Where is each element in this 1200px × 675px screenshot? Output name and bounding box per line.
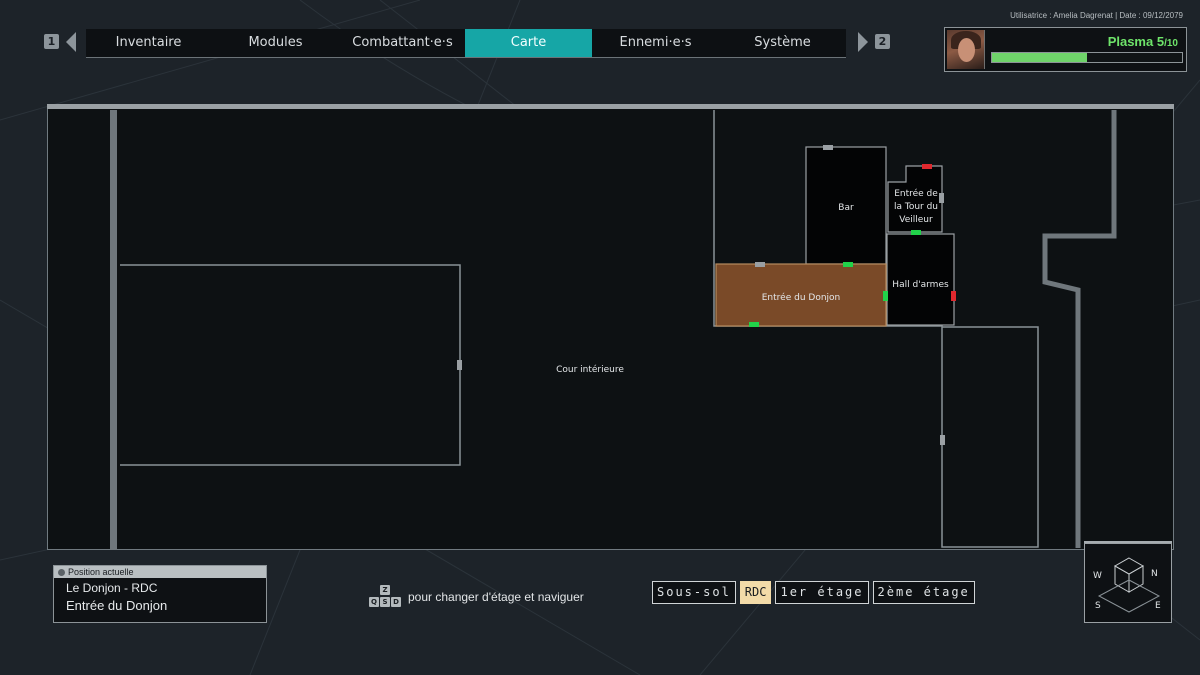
floor-button-first[interactable]: 1er étage: [775, 581, 869, 604]
door-open: [843, 262, 853, 267]
key-s: S: [380, 597, 390, 607]
outer-wall-left: [110, 110, 117, 550]
key-d: D: [391, 597, 401, 607]
courtyard-inner-wall: [120, 264, 461, 466]
position-panel-header: Position actuelle: [54, 566, 266, 578]
compass-cube-icon: N E S W: [1093, 557, 1161, 613]
position-header-label: Position actuelle: [68, 567, 134, 577]
room-label-watcher-tower: Entrée de la Tour du Veilleur: [893, 189, 939, 225]
info-icon: [58, 569, 65, 576]
door-closed: [755, 262, 765, 267]
door-closed: [940, 435, 945, 445]
room-label-dungeon-entrance: Entrée du Donjon: [761, 293, 841, 303]
current-position-panel: Position actuelle Le Donjon - RDC Entrée…: [53, 565, 267, 623]
outer-wall-right: [1042, 110, 1117, 548]
compass-w: W: [1093, 571, 1102, 581]
compass-n: N: [1151, 569, 1158, 579]
compass-e: E: [1155, 601, 1161, 611]
navigation-hint: pour changer d'étage et naviguer: [408, 590, 584, 604]
navigation-keys-icon: Z Q S D: [368, 585, 404, 607]
position-location: Le Donjon - RDC: [66, 581, 158, 595]
door-locked: [951, 291, 956, 301]
door-locked: [922, 164, 932, 169]
floor-button-ground[interactable]: RDC: [739, 581, 772, 604]
compass-s: S: [1095, 601, 1101, 611]
floor-button-second[interactable]: 2ème étage: [872, 581, 975, 604]
room-label-armory: Hall d'armes: [892, 280, 949, 290]
compass: N E S W: [1084, 543, 1172, 623]
room-label-bar: Bar: [838, 203, 854, 213]
door-closed: [457, 360, 462, 370]
key-z: Z: [380, 585, 390, 595]
door-closed: [823, 145, 833, 150]
position-room: Entrée du Donjon: [66, 598, 168, 613]
floor-selector: Sous-sol RDC 1er étage 2ème étage: [652, 581, 975, 604]
door-open: [911, 230, 921, 235]
room-label-courtyard: Cour intérieure: [556, 365, 624, 375]
door-open: [749, 322, 759, 327]
key-q: Q: [369, 597, 379, 607]
floor-button-basement[interactable]: Sous-sol: [652, 581, 736, 604]
